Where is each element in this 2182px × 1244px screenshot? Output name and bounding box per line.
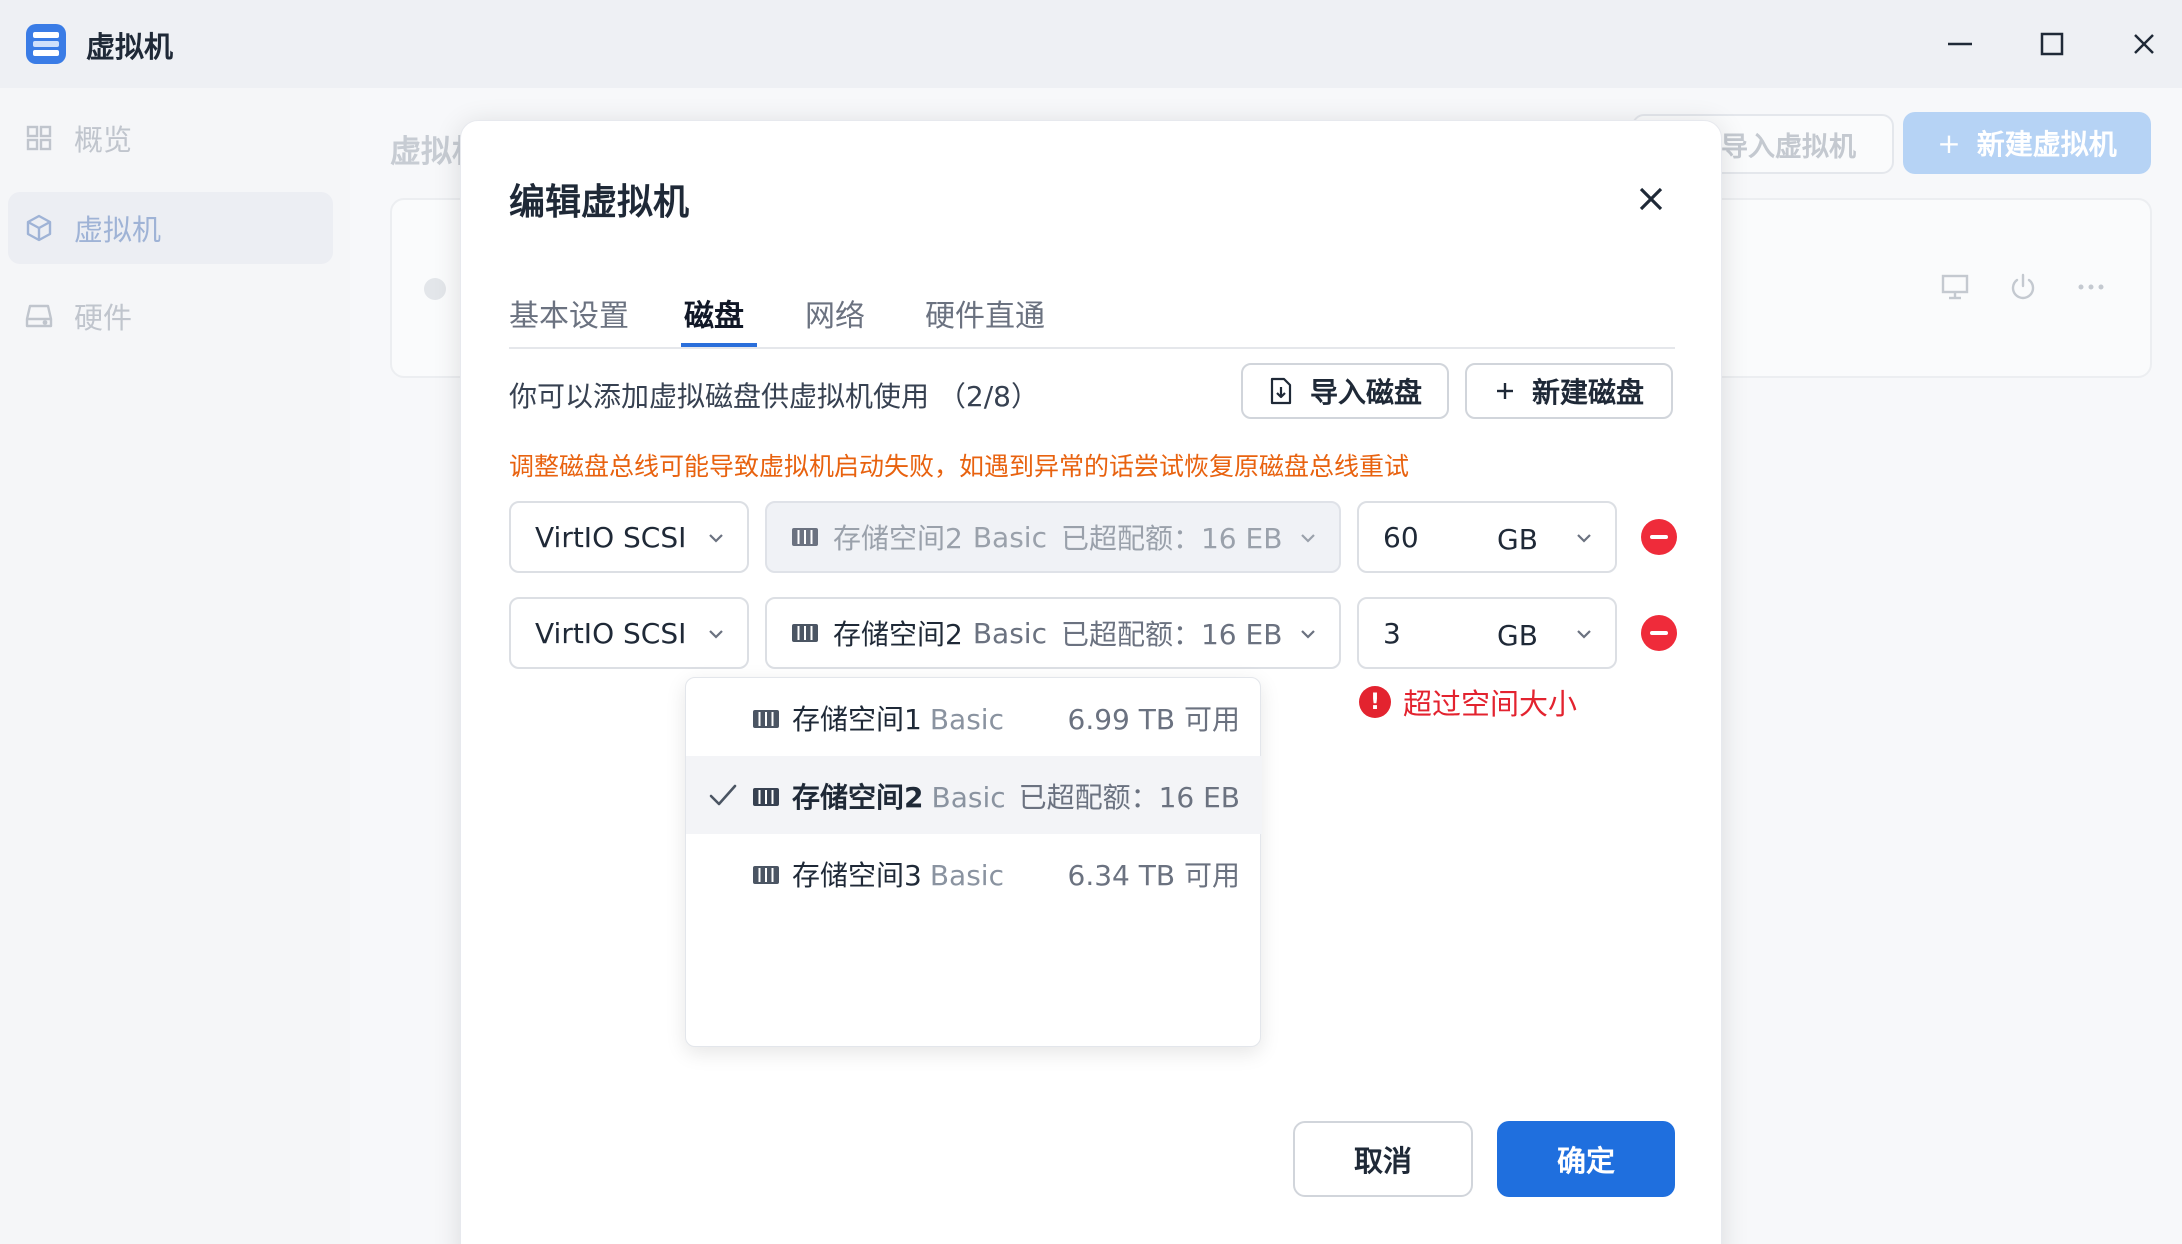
pool-status: 已超配额：16 EB (1060, 522, 1283, 555)
tab-bar: 基本设置 磁盘 网络 硬件直通 (509, 287, 1675, 349)
new-disk-label: 新建磁盘 (1531, 376, 1644, 409)
new-disk-button[interactable]: 新建磁盘 (1465, 363, 1673, 419)
vm-status-dot (424, 278, 446, 300)
storage-pool-icon (752, 704, 780, 737)
pool-option-3[interactable]: 存储空间3 Basic 6.34 TB 可用 (686, 834, 1262, 912)
pool-dropdown-menu: 存储空间1 Basic 6.99 TB 可用 存储空间2 Basic 已超配额：16… (685, 677, 1262, 1047)
app-title: 虚拟机 (86, 30, 174, 64)
pool-option-type: Basic (929, 703, 1004, 736)
pool-status: 已超配额：16 EB (1060, 618, 1283, 651)
new-vm-label: 新建虚拟机 (1976, 128, 2117, 161)
drive-icon (24, 301, 54, 331)
disk-2-bus-select[interactable]: VirtIO SCSI (509, 597, 749, 669)
bus-value: VirtIO SCSI (535, 520, 687, 554)
new-vm-button[interactable]: + 新建虚拟机 (1903, 112, 2151, 174)
size-unit: GB (1497, 619, 1538, 652)
error-icon: ! (1359, 686, 1391, 718)
storage-pool-icon (752, 782, 780, 815)
pool-type: Basic (972, 616, 1047, 650)
import-disk-button[interactable]: 导入磁盘 (1241, 363, 1449, 419)
minimize-icon (1948, 42, 1972, 46)
close-icon (1639, 187, 1663, 211)
disk-1-size-field[interactable]: 60 GB (1357, 501, 1617, 573)
size-value: 60 (1383, 520, 1419, 554)
disk-2-pool-select[interactable]: 存储空间2 Basic 已超配额：16 EB (765, 597, 1341, 669)
chevron-down-icon (1577, 630, 1591, 639)
chevron-down-icon (1577, 534, 1591, 543)
pool-option-capacity: 已超配额：16 EB (1018, 781, 1240, 814)
import-file-icon (1268, 377, 1294, 405)
title-bar: 虚拟机 (0, 0, 2182, 88)
size-value: 3 (1383, 616, 1401, 650)
pool-option-capacity: 6.34 TB 可用 (1067, 859, 1240, 892)
size-unit: GB (1497, 523, 1538, 556)
bus-value: VirtIO SCSI (535, 616, 687, 650)
plus-icon (1494, 380, 1516, 402)
sidebar-item-vm[interactable]: 虚拟机 (8, 192, 333, 264)
pool-option-name: 存储空间1 (792, 703, 922, 736)
confirm-button[interactable]: 确定 (1497, 1121, 1675, 1197)
pool-option-name: 存储空间3 (792, 859, 922, 892)
edit-vm-dialog: 编辑虚拟机 基本设置 磁盘 网络 硬件直通 你可以添加虚拟磁盘供虚拟机使用 （2… (460, 120, 1722, 1244)
pool-option-1[interactable]: 存储空间1 Basic 6.99 TB 可用 (686, 678, 1262, 756)
maximize-button[interactable] (2022, 20, 2082, 68)
pool-option-type: Basic (929, 859, 1004, 892)
disk-2-size-field[interactable]: 3 GB (1357, 597, 1617, 669)
pool-option-2[interactable]: 存储空间2 Basic 已超配额：16 EB (686, 756, 1262, 834)
import-disk-label: 导入磁盘 (1309, 376, 1422, 409)
sidebar-item-label: 概览 (74, 123, 133, 157)
sidebar: 概览 虚拟机 硬件 (0, 88, 350, 1244)
chevron-down-icon (1301, 534, 1315, 543)
checkmark-icon (709, 784, 737, 806)
minimize-button[interactable] (1930, 20, 1990, 68)
pool-type: Basic (972, 520, 1047, 554)
pool-option-type: Basic (931, 781, 1006, 814)
storage-pool-icon (752, 860, 780, 893)
app-logo-icon (24, 22, 68, 66)
monitor-icon[interactable] (1940, 272, 1970, 306)
pool-option-capacity: 6.99 TB 可用 (1067, 703, 1240, 736)
tab-network[interactable]: 网络 (805, 291, 865, 347)
more-icon[interactable] (2076, 272, 2106, 306)
disk-1-bus-select[interactable]: VirtIO SCSI (509, 501, 749, 573)
minus-icon (1650, 631, 1668, 635)
power-icon[interactable] (2008, 272, 2038, 306)
dialog-title: 编辑虚拟机 (509, 182, 690, 223)
maximize-icon (2040, 32, 2064, 56)
tab-basic-settings[interactable]: 基本设置 (509, 291, 629, 347)
storage-pool-icon (791, 622, 819, 644)
window-close-button[interactable] (2114, 20, 2174, 68)
pool-name: 存储空间2 (833, 618, 963, 651)
close-icon (2134, 34, 2154, 54)
chevron-down-icon (709, 534, 723, 543)
sidebar-item-overview[interactable]: 概览 (8, 102, 333, 174)
storage-pool-icon (791, 526, 819, 548)
cancel-button[interactable]: 取消 (1293, 1121, 1473, 1197)
pool-name: 存储空间2 (833, 522, 963, 555)
bus-warning-text: 调整磁盘总线可能导致虚拟机启动失败，如遇到异常的话尝试恢复原磁盘总线重试 (509, 452, 1410, 481)
disk-1-pool-select[interactable]: 存储空间2 Basic 已超配额：16 EB (765, 501, 1341, 573)
sidebar-item-label: 虚拟机 (74, 213, 162, 247)
tab-hardware-passthrough[interactable]: 硬件直通 (925, 291, 1045, 347)
disk-description: 你可以添加虚拟磁盘供虚拟机使用 （2/8） (509, 380, 1039, 413)
cube-icon (24, 213, 54, 243)
active-tab-indicator (681, 343, 757, 347)
disk-2-remove-button[interactable] (1641, 615, 1677, 651)
dialog-close-button[interactable] (1633, 181, 1669, 217)
size-error-message: ! 超过空间大小 (1359, 681, 1577, 723)
pool-option-name: 存储空间2 (792, 781, 924, 814)
minus-icon (1650, 535, 1668, 539)
plus-icon: + (1937, 126, 1961, 160)
error-text: 超过空间大小 (1403, 687, 1578, 721)
grid-icon (24, 123, 54, 153)
chevron-down-icon (1301, 630, 1315, 639)
tab-disk[interactable]: 磁盘 (684, 291, 744, 347)
sidebar-item-label: 硬件 (74, 301, 133, 335)
sidebar-item-hardware[interactable]: 硬件 (8, 280, 333, 352)
disk-1-remove-button[interactable] (1641, 519, 1677, 555)
chevron-down-icon (709, 630, 723, 639)
